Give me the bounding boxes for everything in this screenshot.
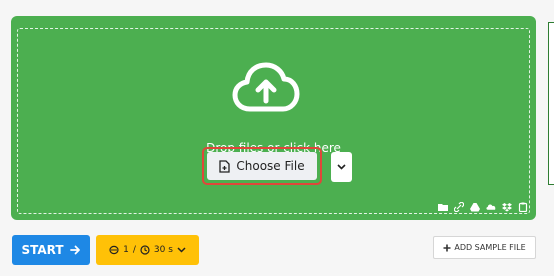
choose-file-button[interactable]: Choose File [207,152,317,180]
add-sample-file-label: ADD SAMPLE FILE [454,243,526,252]
start-button[interactable]: START [12,235,90,265]
choose-file-highlight: Choose File [202,147,322,185]
choose-file-label: Choose File [236,159,305,173]
file-add-icon [219,159,231,173]
chevron-down-icon [337,164,346,170]
chevron-down-icon [177,247,186,253]
start-label: START [21,243,64,257]
coin-icon [109,245,119,255]
upload-source-dropdown[interactable] [331,152,352,182]
clock-icon [140,245,150,255]
side-panel-edge [548,22,554,185]
arrow-right-icon [69,245,80,255]
folder-icon[interactable] [438,202,448,212]
options-separator: / [132,245,136,255]
onedrive-icon[interactable] [486,202,496,212]
add-sample-file-button[interactable]: ADD SAMPLE FILE [433,236,536,259]
google-drive-icon[interactable] [470,202,480,212]
cloud-upload-icon [232,62,300,112]
file-dropzone[interactable]: Drop files or click here Choose File [11,16,536,220]
upload-source-icons [438,202,528,212]
options-time: 30 s [153,245,173,255]
link-icon[interactable] [454,202,464,212]
options-count: 1 [123,245,129,255]
dropzone-dashed-border [17,28,530,214]
conversion-options-button[interactable]: 1 / 30 s [96,235,199,265]
dropbox-icon[interactable] [502,202,512,212]
plus-icon [443,244,451,251]
clipboard-icon[interactable] [518,202,528,212]
